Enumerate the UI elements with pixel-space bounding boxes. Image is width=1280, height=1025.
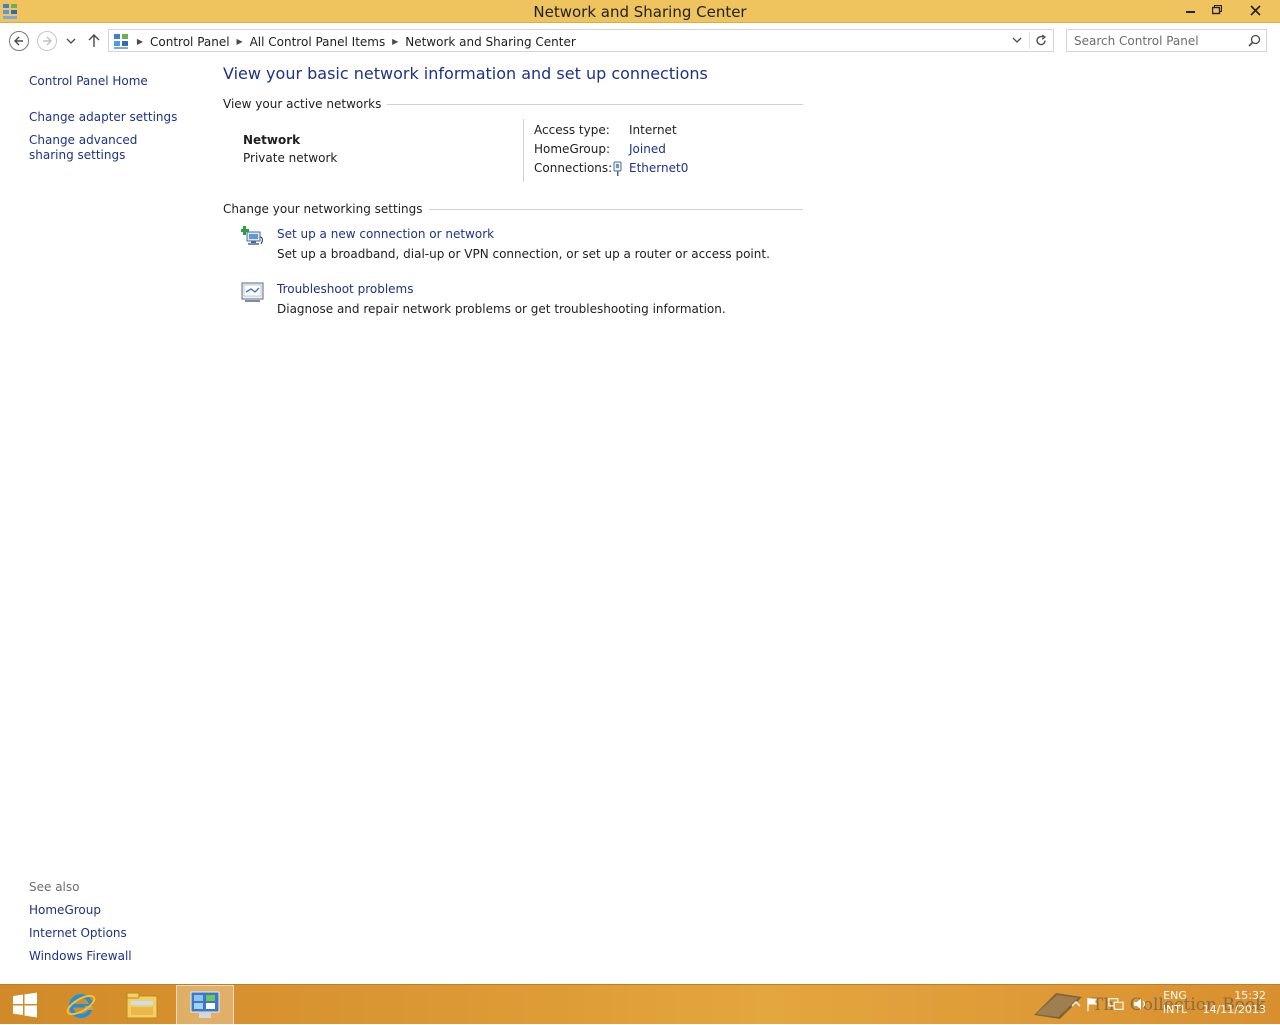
language-code: ENG (1163, 989, 1187, 1002)
change-adapter-settings-link[interactable]: Change adapter settings (29, 110, 189, 125)
control-panel-taskbar-button[interactable] (176, 985, 234, 1025)
up-arrow-icon[interactable] (87, 33, 101, 48)
start-button[interactable] (0, 985, 50, 1025)
troubleshoot-icon[interactable] (241, 281, 265, 303)
breadcrumb: ▶ Control Panel ▶ All Control Panel Item… (133, 33, 579, 50)
ethernet-connection-link[interactable]: Ethernet0 (629, 161, 688, 175)
access-type-value: Internet (629, 123, 677, 137)
breadcrumb-separator-icon[interactable]: ▶ (388, 37, 402, 46)
keyboard-layout: INTL (1162, 1003, 1188, 1016)
file-explorer-icon (126, 992, 158, 1019)
search-icon[interactable] (1248, 34, 1261, 47)
troubleshoot-problems-description: Diagnose and repair network problems or … (277, 302, 726, 316)
forward-button[interactable] (37, 31, 57, 51)
network-name: Network (243, 133, 301, 147)
troubleshoot-problems-link[interactable]: Troubleshoot problems (277, 282, 413, 296)
start-icon (13, 992, 37, 1018)
windows-firewall-link[interactable]: Windows Firewall (29, 949, 189, 964)
page-title: View your basic network information and … (223, 64, 708, 83)
setup-new-connection-link[interactable]: Set up a new connection or network (277, 227, 494, 241)
volume-icon[interactable] (1132, 996, 1148, 1012)
title-bar: Network and Sharing Center (0, 0, 1280, 23)
control-panel-icon (190, 991, 220, 1018)
action-center-flag-icon[interactable] (1085, 996, 1101, 1012)
file-explorer-taskbar-button[interactable] (113, 985, 171, 1025)
setup-new-connection-description: Set up a broadband, dial-up or VPN conne… (277, 247, 770, 261)
change-settings-heading: Change your networking settings (223, 202, 423, 216)
navigation-bar: ▶ Control Panel ▶ All Control Panel Item… (0, 23, 1280, 59)
homegroup-link[interactable]: HomeGroup (29, 903, 189, 918)
address-history-dropdown[interactable] (1009, 30, 1025, 51)
restore-icon (1212, 5, 1222, 15)
clock-date: 14/11/2013 (1202, 1003, 1266, 1016)
refresh-icon (1036, 34, 1047, 46)
change-settings-section-header: Change your networking settings (223, 201, 803, 217)
minimize-icon (1186, 11, 1195, 13)
control-panel-home-link[interactable]: Control Panel Home (29, 74, 189, 89)
left-pane: Control Panel Home Change adapter settin… (0, 59, 205, 984)
clock-time: 15:32 (1234, 989, 1266, 1002)
section-divider (387, 103, 803, 105)
internet-explorer-icon (66, 994, 96, 1018)
arrow-left-icon (14, 36, 23, 46)
ethernet-icon (613, 161, 622, 176)
breadcrumb-control-panel[interactable]: Control Panel (147, 35, 233, 49)
internet-options-link[interactable]: Internet Options (29, 926, 189, 941)
control-panel-icon (114, 34, 128, 49)
internet-explorer-taskbar-button[interactable] (52, 985, 110, 1025)
network-category: Private network (243, 151, 338, 165)
window-title: Network and Sharing Center (533, 3, 747, 21)
network-icon[interactable] (1108, 996, 1124, 1012)
minimize-button[interactable] (1178, 0, 1205, 20)
new-connection-icon[interactable] (241, 225, 265, 247)
active-networks-section-header: View your active networks (223, 96, 803, 112)
access-type-label: Access type: (534, 123, 610, 137)
search-box[interactable] (1066, 29, 1267, 52)
connections-label: Connections: (534, 161, 613, 175)
show-hidden-icons-chevron-up-icon[interactable] (1068, 996, 1084, 1012)
close-icon (1250, 5, 1261, 16)
network-divider (523, 119, 524, 182)
input-language-indicator[interactable]: ENG INTL (1160, 989, 1190, 1017)
homegroup-joined-link[interactable]: Joined (629, 142, 666, 156)
close-button[interactable] (1240, 0, 1272, 20)
clock[interactable]: 15:32 14/11/2013 (1196, 989, 1266, 1017)
chevron-down-icon (1012, 37, 1022, 43)
recent-locations-chevron-down-icon[interactable] (66, 37, 76, 45)
back-button[interactable] (9, 31, 29, 51)
change-advanced-sharing-settings-link[interactable]: Change advanced sharing settings (29, 133, 179, 163)
homegroup-label: HomeGroup: (534, 142, 611, 156)
address-divider (1029, 32, 1030, 49)
breadcrumb-network-and-sharing-center[interactable]: Network and Sharing Center (402, 35, 579, 49)
arrow-right-icon (43, 36, 52, 46)
restore-button[interactable] (1204, 0, 1231, 20)
breadcrumb-all-control-panel-items[interactable]: All Control Panel Items (247, 35, 389, 49)
refresh-button[interactable] (1032, 30, 1050, 51)
breadcrumb-separator-icon[interactable]: ▶ (233, 37, 247, 46)
see-also-heading: See also (29, 880, 80, 894)
search-input[interactable] (1067, 30, 1243, 51)
address-bar[interactable]: ▶ Control Panel ▶ All Control Panel Item… (108, 29, 1054, 52)
active-networks-heading: View your active networks (223, 97, 382, 111)
breadcrumb-separator-icon[interactable]: ▶ (133, 37, 147, 46)
section-divider (428, 208, 803, 210)
